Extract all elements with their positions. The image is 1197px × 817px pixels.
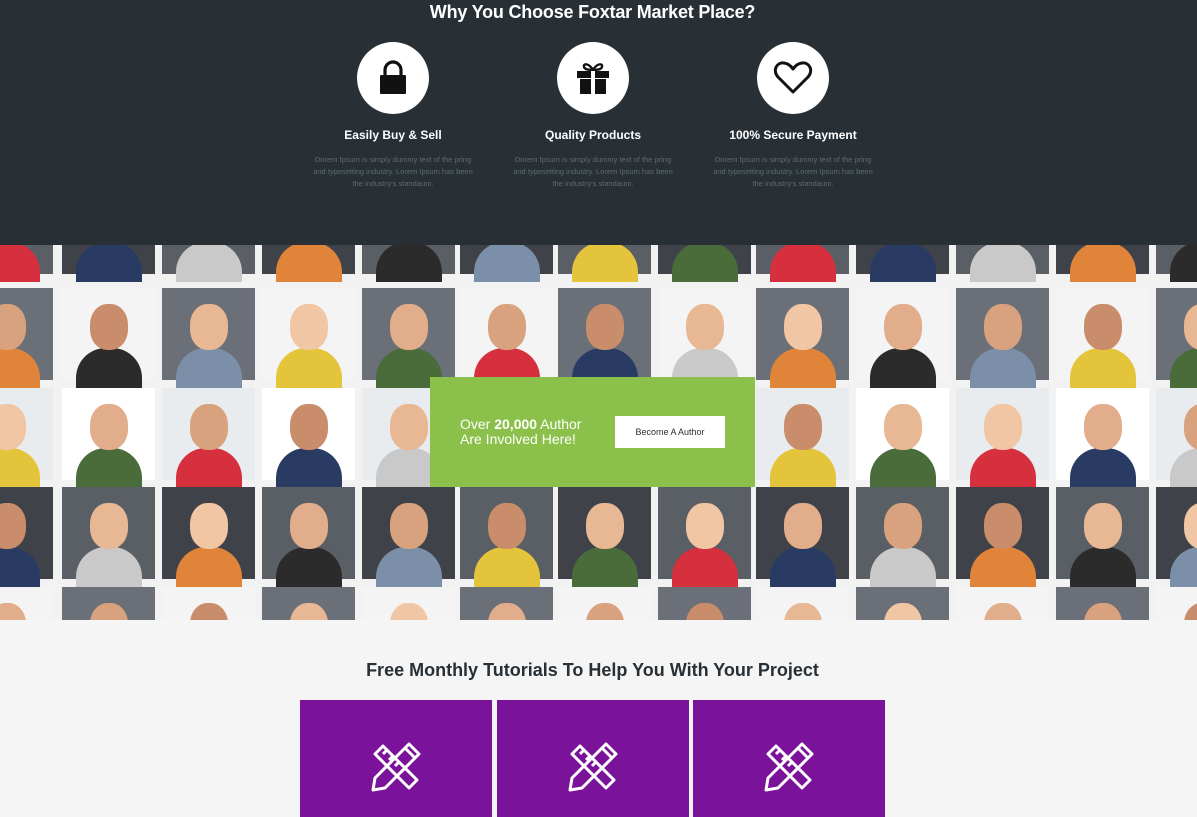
author-portrait [62,487,155,587]
author-portrait [162,288,255,388]
author-portrait [558,288,651,388]
feature-title: 100% Secure Payment [729,128,857,142]
author-portrait [460,245,553,282]
feature-description: Dorem Ipsum is simply dummy text of the … [713,155,873,188]
author-portrait [956,487,1049,587]
why-choose-section: Why You Choose Foxtar Market Place? Easi… [0,0,1197,245]
author-portrait [0,388,53,488]
feature-title: Easily Buy & Sell [344,128,442,142]
author-portrait [1156,487,1197,587]
author-portrait [558,487,651,587]
pencil-ruler-icon [566,740,620,817]
author-portrait [1156,245,1197,282]
pencil-ruler-icon [369,740,423,817]
author-portrait [460,487,553,587]
feature-easy-buy-sell: Easily Buy & Sell Dorem Ipsum is simply … [298,42,488,190]
author-portrait [1056,487,1149,587]
author-portrait [460,288,553,388]
author-count-suffix: Author [537,416,582,432]
author-portrait [1056,245,1149,282]
author-count-line2: Are Involved Here! [460,431,576,447]
author-portrait [956,587,1049,620]
author-portrait [856,587,949,620]
author-portrait [362,245,455,282]
author-portrait [856,288,949,388]
lock-icon [357,42,429,114]
tutorial-card[interactable] [497,700,689,817]
author-portrait [62,587,155,620]
section-title: Why You Choose Foxtar Market Place? [429,2,756,22]
author-portrait [1056,288,1149,388]
author-portrait [756,487,849,587]
feature-quality-products: Quality Products Dorem Ipsum is simply d… [498,42,688,190]
author-portrait [856,388,949,488]
author-portrait [756,245,849,282]
become-author-button[interactable]: Become A Author [615,416,725,448]
author-portrait [658,288,751,388]
author-portrait [62,388,155,488]
author-count-prefix: Over [460,416,495,432]
author-count-number: 20,000 [494,416,538,432]
author-portrait [62,245,155,282]
author-portrait [362,487,455,587]
author-portrait [362,587,455,620]
author-portrait [1056,587,1149,620]
author-portrait [162,388,255,488]
author-portrait [262,487,355,587]
author-portrait [756,587,849,620]
author-count-text: Over 20,000 Author Are Involved Here! [460,417,581,447]
pencil-ruler-icon [762,740,816,817]
gift-icon [557,42,629,114]
author-portrait [262,245,355,282]
feature-description: Dorem Ipsum is simply dummy text of the … [313,155,473,188]
author-portrait [956,288,1049,388]
author-portrait [62,288,155,388]
author-portrait [658,245,751,282]
author-portrait [1156,388,1197,488]
feature-secure-payment: 100% Secure Payment Dorem Ipsum is simpl… [698,42,888,190]
author-portrait [262,587,355,620]
author-portrait [756,288,849,388]
heart-icon [757,42,829,114]
author-portrait [0,587,53,620]
author-portrait [162,587,255,620]
author-portrait [558,245,651,282]
tutorial-card[interactable] [693,700,885,817]
author-portrait [956,388,1049,488]
author-portrait [658,587,751,620]
author-cta-box: Over 20,000 Author Are Involved Here! Be… [430,377,755,487]
author-portrait [1156,288,1197,388]
feature-title: Quality Products [544,128,642,142]
author-portrait [0,245,53,282]
author-portrait [0,288,53,388]
tutorial-card[interactable] [300,700,492,817]
author-portrait [1056,388,1149,488]
author-portrait [756,388,849,488]
feature-description: Dorem Ipsum is simply dummy text of the … [513,155,673,188]
tutorials-section: Free Monthly Tutorials To Help You With … [0,620,1197,817]
author-portrait [0,487,53,587]
section-title: Free Monthly Tutorials To Help You With … [366,660,819,680]
author-portrait [658,487,751,587]
author-portrait [162,245,255,282]
author-portrait [956,245,1049,282]
author-portrait [362,288,455,388]
author-portrait [162,487,255,587]
author-portrait [856,245,949,282]
author-portrait [460,587,553,620]
author-portrait [856,487,949,587]
author-portrait [1156,587,1197,620]
author-portrait [262,288,355,388]
author-portrait [558,587,651,620]
author-portrait [262,388,355,488]
